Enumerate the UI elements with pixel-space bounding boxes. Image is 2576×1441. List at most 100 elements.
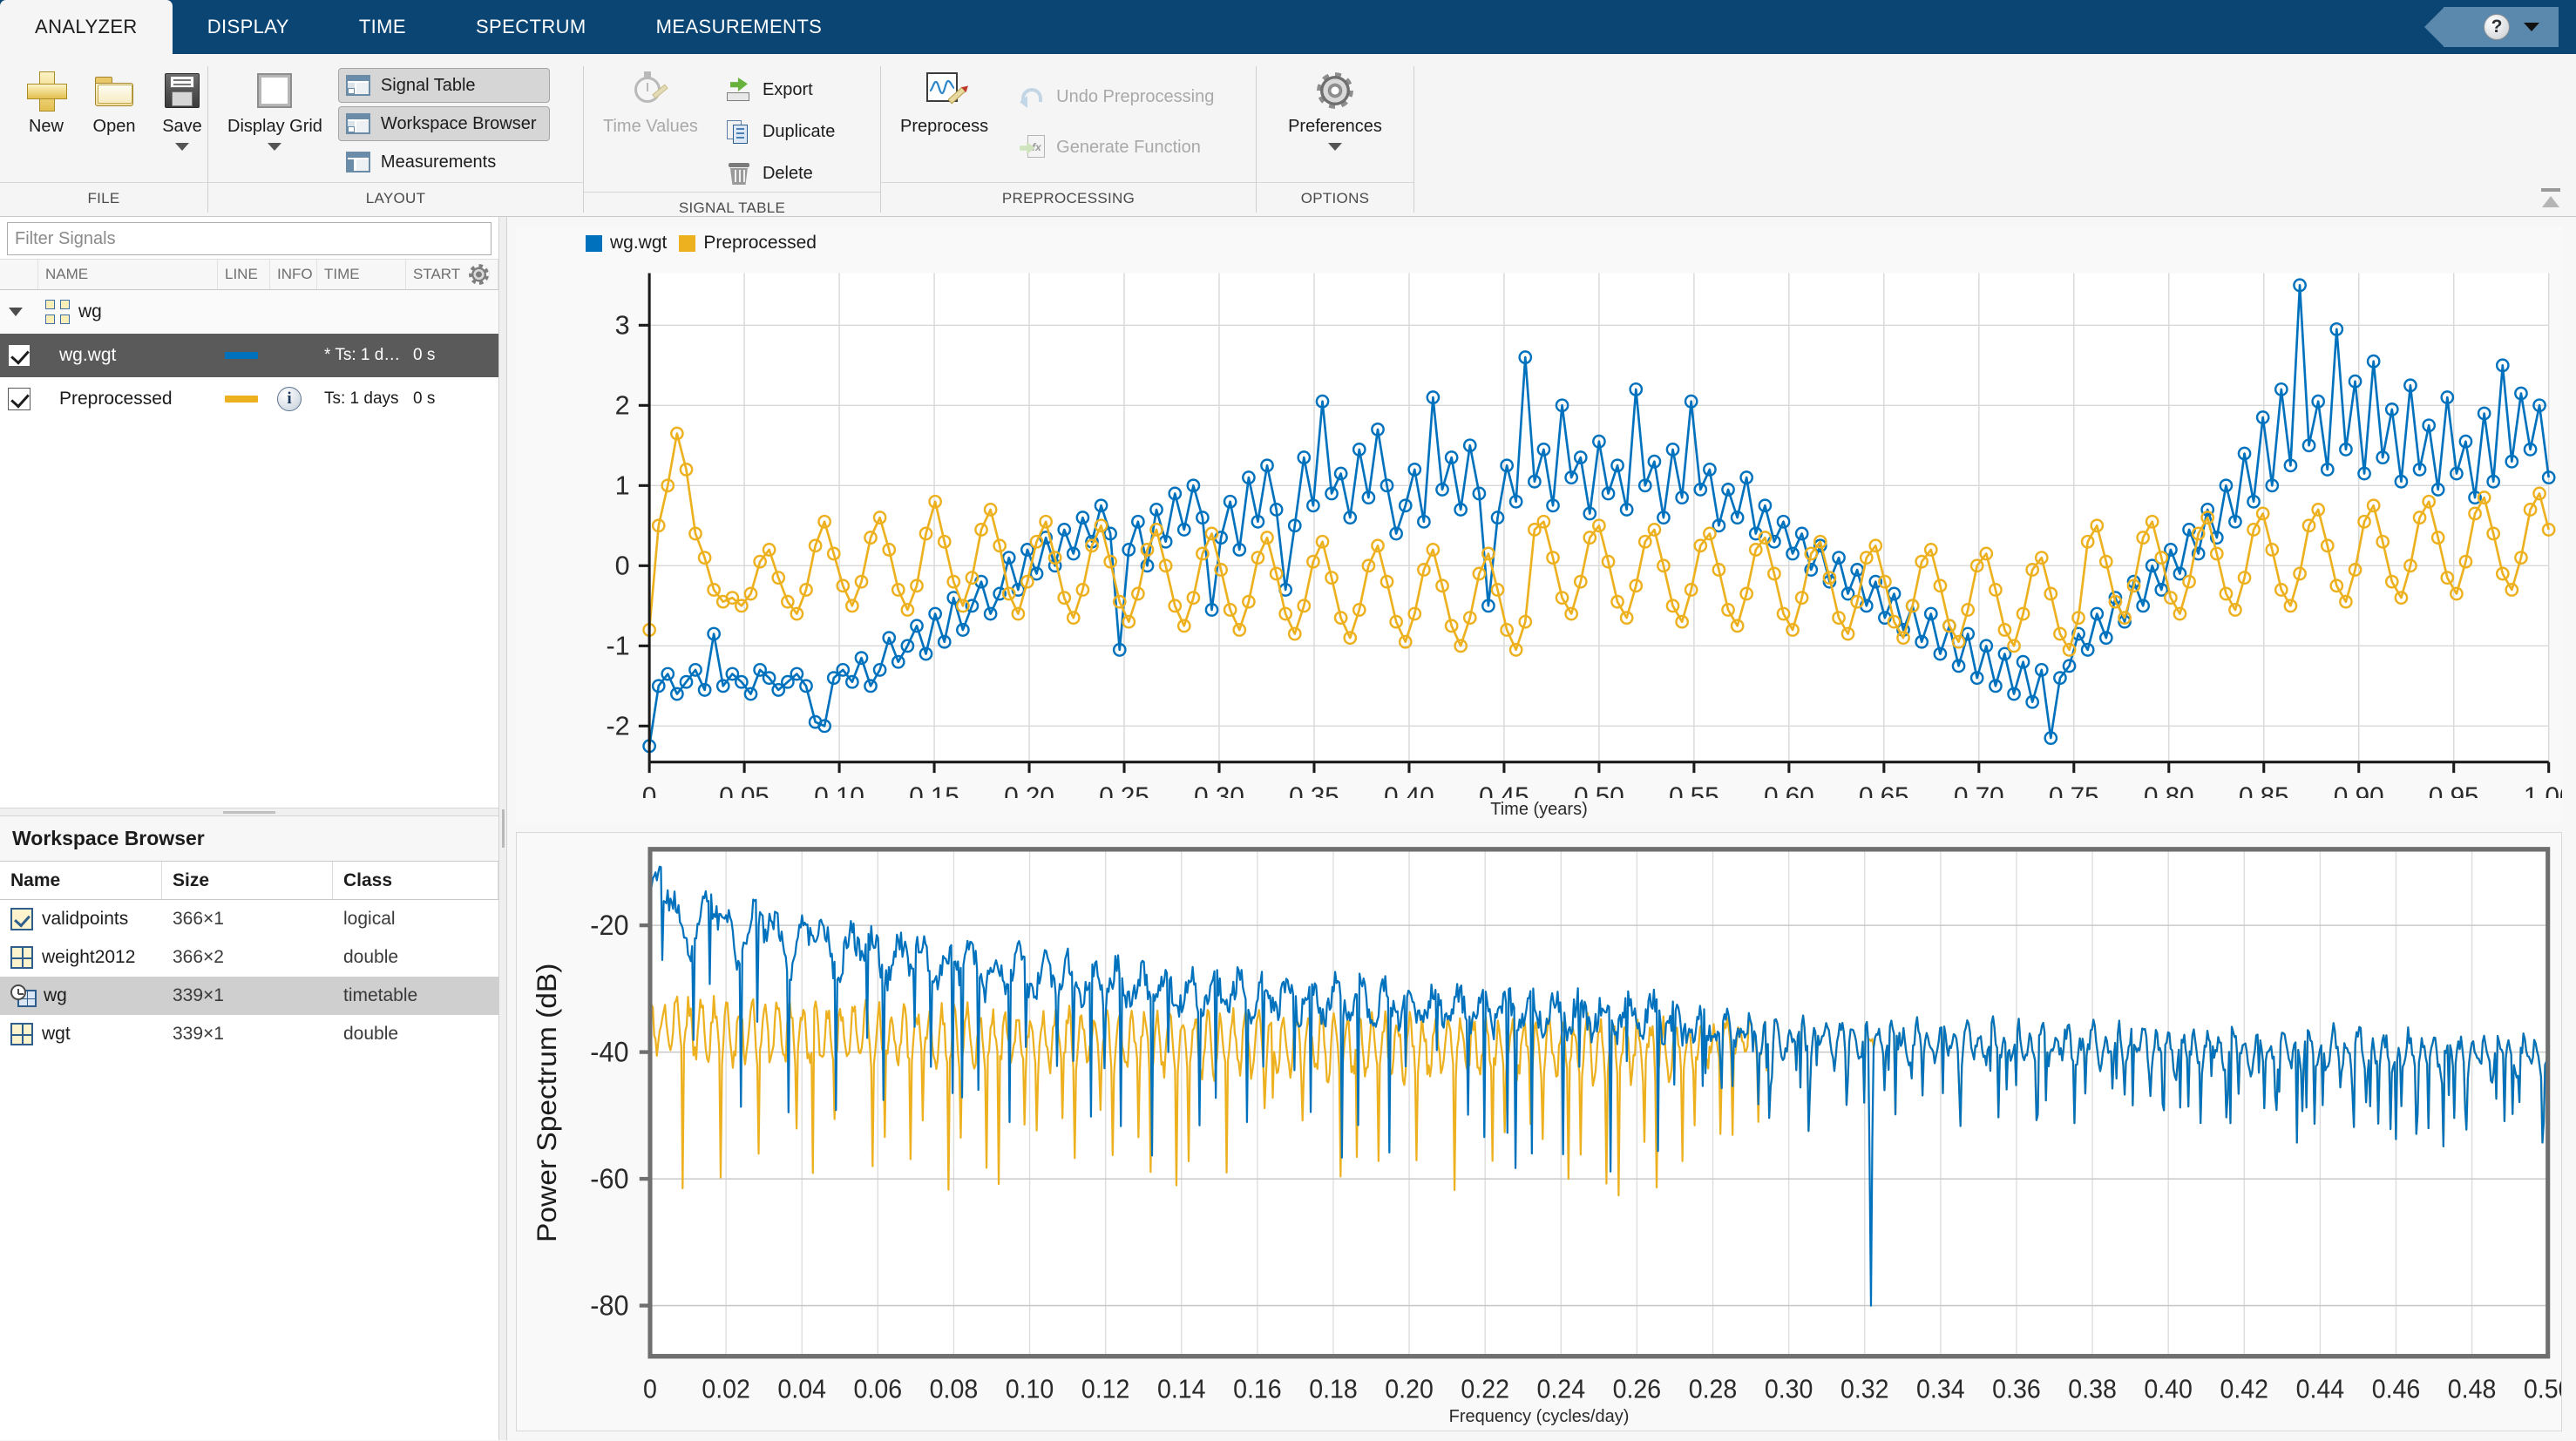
preferences-dropdown-chevron-down-icon[interactable] — [1328, 143, 1342, 151]
workspace-browser-title: Workspace Browser — [0, 816, 498, 862]
generate-function-button[interactable]: fx Generate Function — [1011, 129, 1223, 166]
delete-button[interactable]: Delete — [717, 155, 846, 192]
preferences-button[interactable]: Preferences — [1281, 66, 1389, 154]
time-values-button[interactable]: Time Values — [596, 66, 705, 140]
toggle-signal-table[interactable]: Signal Table — [337, 68, 550, 103]
vertical-splitter[interactable] — [498, 217, 507, 1440]
svg-text:2: 2 — [615, 389, 630, 420]
export-button[interactable]: Export — [717, 71, 846, 108]
panel-splitter[interactable] — [0, 808, 498, 816]
workspace-class-cell: logical — [343, 909, 396, 929]
list-item[interactable]: wgt 339×1 double — [0, 1015, 498, 1053]
tab-analyzer[interactable]: ANALYZER — [0, 0, 173, 54]
list-item[interactable]: wg 339×1 timetable — [0, 977, 498, 1015]
signal-checkbox[interactable] — [0, 377, 38, 421]
svg-text:0.28: 0.28 — [1689, 1375, 1738, 1404]
new-button-label: New — [28, 117, 64, 136]
preferences-label: Preferences — [1288, 117, 1382, 136]
workspace-name-cell: wgt — [0, 1015, 162, 1053]
svg-text:0.65: 0.65 — [1859, 782, 1909, 798]
toggle-workspace-browser-label: Workspace Browser — [380, 113, 537, 133]
signal-checkbox[interactable] — [0, 334, 38, 377]
svg-text:0.20: 0.20 — [1385, 1375, 1434, 1404]
svg-text:0.60: 0.60 — [1764, 782, 1814, 798]
svg-text:0.38: 0.38 — [2068, 1375, 2117, 1404]
preprocess-button[interactable]: Preprocess — [893, 66, 995, 140]
list-item[interactable]: validpoints 366×1 logical — [0, 900, 498, 938]
legend-label: wg.wgt — [610, 233, 668, 253]
svg-text:-80: -80 — [590, 1289, 628, 1322]
tab-time[interactable]: TIME — [324, 0, 441, 54]
tab-measurements[interactable]: MEASUREMENTS — [621, 0, 858, 54]
waveform-glyph — [929, 79, 955, 95]
workspace-size-cell: 366×1 — [173, 909, 224, 929]
svg-text:3: 3 — [615, 309, 630, 340]
open-button-label: Open — [92, 117, 136, 136]
svg-text:0.10: 0.10 — [814, 782, 864, 798]
list-item[interactable]: weight2012 366×2 double — [0, 938, 498, 977]
open-button[interactable]: Open — [80, 66, 148, 140]
ribbon-group-preprocessing: Preprocess Undo Preprocessing fx Generat… — [881, 54, 1256, 217]
filter-signals-input[interactable]: Filter Signals — [7, 222, 491, 255]
tab-spectrum[interactable]: SPECTRUM — [441, 0, 621, 54]
tab-display[interactable]: DISPLAY — [173, 0, 324, 54]
svg-text:0.18: 0.18 — [1309, 1375, 1358, 1404]
generate-function-icon: fx — [1020, 134, 1046, 160]
new-button[interactable]: New — [12, 66, 80, 140]
tab-bar: ANALYZER DISPLAY TIME SPECTRUM MEASUREME… — [0, 0, 2576, 54]
svg-text:0.45: 0.45 — [1479, 782, 1529, 798]
expand-toggle[interactable] — [0, 290, 38, 334]
time-plot-canvas[interactable]: 3 2 1 0 -1 -2 0 0.05 0.10 0.15 0.20 0.25 0.30 0.35 0.4… — [516, 259, 2562, 798]
group-divider — [1413, 66, 1414, 213]
column-header-size[interactable]: Size — [162, 862, 333, 899]
info-icon[interactable]: i — [277, 387, 302, 411]
help-button[interactable]: ? — [2424, 7, 2559, 47]
save-dropdown-chevron-down-icon[interactable] — [175, 143, 189, 151]
svg-text:0.80: 0.80 — [2144, 782, 2194, 798]
toggle-workspace-browser[interactable]: Workspace Browser — [337, 106, 550, 141]
column-header-name[interactable]: Name — [0, 862, 162, 899]
spectrum-plot-canvas[interactable]: -20 -40 -60 -80 0 0.02 0.04 0.06 0.08 0.10 0.12 0.1… — [517, 833, 2561, 1405]
svg-text:0.70: 0.70 — [1954, 782, 2004, 798]
signal-group-row[interactable]: wg — [0, 290, 498, 334]
main-content: Filter Signals NAME LINE INFO TIME START… — [0, 217, 2576, 1440]
display-grid-dropdown-chevron-down-icon[interactable] — [268, 143, 282, 151]
svg-text:0.12: 0.12 — [1081, 1375, 1130, 1404]
spectrum-plot-xlabel: Frequency (cycles/day) — [1448, 1407, 1630, 1426]
help-chevron[interactable]: ? — [2424, 7, 2559, 47]
column-header-class[interactable]: Class — [333, 862, 498, 899]
duplicate-pages-icon — [726, 118, 752, 145]
undo-preprocessing-button[interactable]: Undo Preprocessing — [1011, 78, 1223, 115]
chevron-down-icon[interactable] — [2524, 23, 2539, 31]
column-header-time[interactable]: TIME — [317, 260, 406, 289]
svg-text:0.44: 0.44 — [2296, 1375, 2345, 1404]
table-settings-gear-icon[interactable] — [469, 264, 490, 285]
duplicate-button[interactable]: Duplicate — [717, 113, 846, 150]
legend-item-preprocessed[interactable]: Preprocessed — [679, 233, 817, 254]
preprocess-label: Preprocess — [900, 117, 989, 136]
column-header-name[interactable]: NAME — [38, 260, 218, 289]
save-button-label: Save — [162, 117, 202, 136]
svg-text:0: 0 — [642, 782, 656, 798]
signal-info-cell[interactable]: i — [270, 377, 317, 421]
table-row[interactable]: Preprocessed i Ts: 1 days 0 s — [0, 377, 498, 421]
panel-layout-icon — [345, 152, 370, 173]
legend-item-wgwgt[interactable]: wg.wgt — [586, 233, 667, 254]
svg-text:-40: -40 — [590, 1036, 628, 1068]
column-header-check — [0, 260, 38, 289]
group-label-layout: LAYOUT — [208, 182, 583, 217]
table-row[interactable]: wg.wgt * Ts: 1 d… 0 s — [0, 334, 498, 377]
display-grid-label: Display Grid — [227, 117, 322, 136]
save-button[interactable]: Save — [148, 66, 216, 154]
svg-text:0.40: 0.40 — [1384, 782, 1434, 798]
toggle-measurements[interactable]: Measurements — [338, 145, 550, 179]
svg-text:0.85: 0.85 — [2239, 782, 2289, 798]
workspace-browser-header: Name Size Class — [0, 862, 498, 900]
display-grid-button[interactable]: Display Grid — [220, 66, 329, 154]
workspace-size-cell: 339×1 — [173, 1024, 224, 1044]
column-header-info[interactable]: INFO — [270, 260, 317, 289]
export-arrow-icon — [726, 77, 752, 103]
ribbon-collapse-button[interactable] — [2539, 188, 2562, 207]
plus-icon — [25, 70, 67, 112]
column-header-line[interactable]: LINE — [218, 260, 270, 289]
